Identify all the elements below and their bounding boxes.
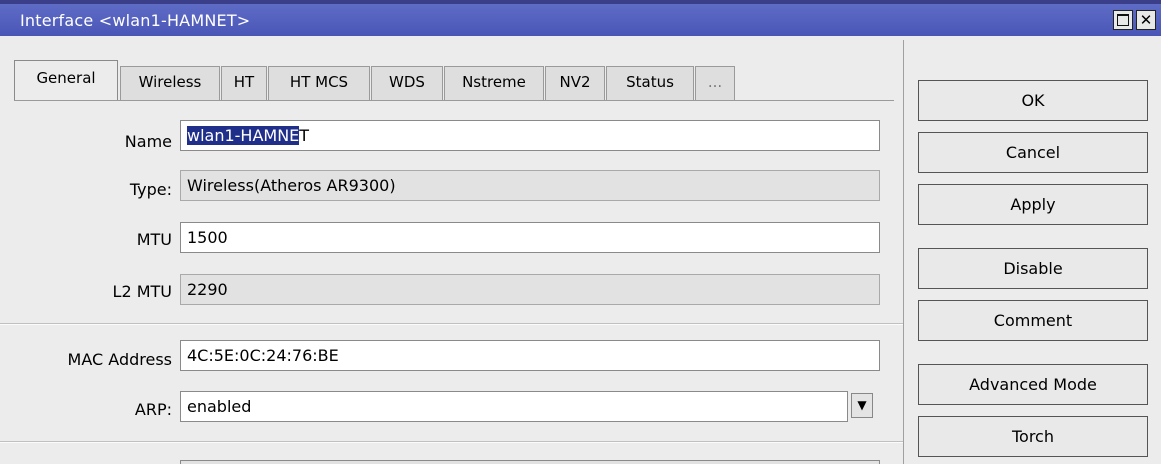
chevron-down-icon: ▼ <box>857 398 867 412</box>
ok-button[interactable]: OK <box>918 80 1148 121</box>
tab-more[interactable]: ... <box>695 66 735 100</box>
l2mtu-field: 2290 <box>180 274 880 305</box>
tab-general[interactable]: General <box>14 60 118 100</box>
tab-wds[interactable]: WDS <box>371 66 443 100</box>
window-title: Interface <wlan1-HAMNET> <box>20 11 251 30</box>
interface-dialog: Interface <wlan1-HAMNET> ✕ General Wirel… <box>0 0 1161 464</box>
section-divider <box>0 441 903 443</box>
tab-ht-mcs[interactable]: HT MCS <box>268 66 370 100</box>
tab-status[interactable]: Status <box>606 66 694 100</box>
l2mtu-label: L2 MTU <box>112 282 172 301</box>
close-button[interactable]: ✕ <box>1136 10 1156 30</box>
arp-select[interactable]: enabled <box>180 391 848 422</box>
mtu-input[interactable]: 1500 <box>180 222 880 253</box>
title-bar[interactable]: Interface <wlan1-HAMNET> ✕ <box>0 0 1161 36</box>
tab-strip-divider <box>14 100 894 101</box>
tab-ht[interactable]: HT <box>221 66 267 100</box>
apply-button[interactable]: Apply <box>918 184 1148 225</box>
name-label: Name <box>124 132 172 151</box>
mtu-label: MTU <box>136 230 172 249</box>
partial-field <box>180 460 880 464</box>
mac-address-input[interactable]: 4C:5E:0C:24:76:BE <box>180 340 880 371</box>
arp-label: ARP: <box>134 400 172 419</box>
mac-address-label: MAC Address <box>67 350 172 369</box>
arp-dropdown-button[interactable]: ▼ <box>851 393 873 418</box>
name-value-rest: T <box>299 126 310 145</box>
vertical-divider <box>903 40 904 464</box>
maximize-button[interactable] <box>1113 10 1133 30</box>
close-icon: ✕ <box>1139 11 1153 29</box>
cancel-button[interactable]: Cancel <box>918 132 1148 173</box>
advanced-mode-button[interactable]: Advanced Mode <box>918 364 1148 405</box>
name-value-selected: wlan1-HAMNE <box>187 126 300 145</box>
type-field: Wireless(Atheros AR9300) <box>180 170 880 201</box>
comment-button[interactable]: Comment <box>918 300 1148 341</box>
type-label: Type: <box>129 180 172 199</box>
disable-button[interactable]: Disable <box>918 248 1148 289</box>
torch-button[interactable]: Torch <box>918 416 1148 457</box>
tab-wireless[interactable]: Wireless <box>120 66 220 100</box>
section-divider <box>0 323 903 325</box>
tab-nstreme[interactable]: Nstreme <box>444 66 544 100</box>
tab-nv2[interactable]: NV2 <box>545 66 605 100</box>
name-input[interactable]: wlan1-HAMNET <box>180 120 880 151</box>
